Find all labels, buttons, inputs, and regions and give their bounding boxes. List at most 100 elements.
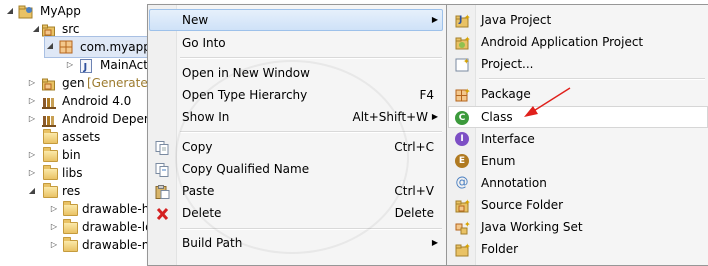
java-project-icon: J ✦ [455, 13, 471, 28]
submenu-item-java-working-set[interactable]: ✦ Java Working Set [449, 216, 705, 238]
submenu-item-label: Java Project [481, 13, 552, 27]
enum-icon: E [455, 154, 469, 168]
submenu-item-source-folder[interactable]: ✦ Source Folder [449, 194, 705, 216]
submenu-arrow-icon: ▶ [431, 15, 438, 24]
submenu-item-label: Android Application Project [481, 35, 644, 49]
library-icon [42, 112, 56, 127]
submenu-item-package[interactable]: ✦ Package [449, 83, 705, 105]
submenu-item-label: Interface [481, 132, 535, 146]
menu-item-label: Copy [182, 140, 213, 154]
menu-item-build-path[interactable]: Build Path ▶ [150, 232, 442, 254]
shortcut-label: Delete [394, 206, 434, 220]
svg-text:✦: ✦ [464, 14, 470, 22]
new-submenu: J ✦ Java Project ✦ Android Application Pr… [446, 4, 708, 266]
menu-item-label: Delete [182, 206, 222, 220]
folder-icon: ✦ [455, 242, 471, 257]
tree-item-label: drawable-m [82, 238, 154, 252]
android-project-icon: ✦ [455, 35, 471, 50]
interface-icon: I [455, 132, 469, 146]
svg-text:✦: ✦ [464, 36, 470, 44]
project-icon [18, 4, 33, 19]
menu-item-label: Open in New Window [182, 66, 310, 80]
expand-arrow-icon[interactable]: ◢ [46, 36, 54, 58]
submenu-item-class[interactable]: C Class [448, 106, 708, 128]
menu-item-delete[interactable]: Delete Delete [150, 202, 442, 224]
expand-arrow-icon[interactable]: ◢ [28, 180, 36, 202]
project-explorer-tree: ◢ MyApp ◢ src ◢ com.myapp ▷ J MainAct ▷ … [0, 0, 160, 256]
submenu-item-label: Package [481, 87, 531, 101]
menu-item-label: Show In [182, 110, 230, 124]
submenu-item-label: Annotation [481, 176, 547, 190]
new-project-icon: ✦ [455, 57, 470, 72]
java-file-icon: J [80, 58, 94, 73]
paste-icon [155, 184, 171, 199]
svg-text:J: J [458, 15, 462, 25]
submenu-item-annotation[interactable]: @ Annotation [449, 172, 705, 194]
shortcut-label: Alt+Shift+W [352, 110, 429, 124]
expand-arrow-icon[interactable]: ▷ [28, 108, 36, 130]
tree-item-label: res [62, 184, 81, 198]
svg-text:✦: ✦ [464, 243, 470, 251]
shortcut-label: Ctrl+C [394, 140, 434, 154]
svg-text:✦: ✦ [464, 221, 470, 229]
folder-icon [63, 237, 78, 252]
menu-item-show-in[interactable]: Show In Alt+Shift+W ▶ [150, 106, 442, 128]
submenu-separator [479, 78, 705, 80]
package-icon: ✦ [455, 87, 471, 102]
menu-separator [180, 131, 442, 133]
submenu-item-label: Folder [481, 242, 519, 256]
folder-icon [43, 129, 58, 144]
menu-item-label: Go Into [182, 36, 226, 50]
submenu-item-android-application-project[interactable]: ✦ Android Application Project [449, 31, 705, 53]
source-folder-icon: ✦ [455, 198, 471, 213]
submenu-item-project[interactable]: ✦ Project... [449, 53, 705, 75]
folder-icon [63, 219, 78, 234]
folder-icon [43, 183, 58, 198]
working-set-icon: ✦ [455, 220, 471, 235]
delete-icon [155, 206, 171, 221]
copy-qualified-name-icon [155, 162, 171, 177]
copy-icon [155, 140, 171, 155]
menu-item-label: Copy Qualified Name [182, 162, 310, 176]
library-icon [42, 94, 56, 109]
menu-separator [180, 228, 442, 230]
menu-item-label: Build Path [182, 236, 243, 250]
expand-arrow-icon[interactable]: ▷ [50, 234, 58, 256]
class-icon: C [455, 111, 469, 125]
submenu-item-label: Java Working Set [481, 220, 583, 234]
menu-item-go-into[interactable]: Go Into [150, 32, 442, 54]
folder-icon [43, 147, 58, 162]
submenu-item-java-project[interactable]: J ✦ Java Project [449, 9, 705, 31]
menu-item-label: Open Type Hierarchy [182, 88, 308, 102]
menu-item-label: Paste [182, 184, 215, 198]
menu-item-open-type-hierarchy[interactable]: Open Type Hierarchy F4 [150, 84, 442, 106]
menu-item-label: New [182, 13, 209, 27]
submenu-item-enum[interactable]: E Enum [449, 150, 705, 172]
package-icon [59, 40, 73, 54]
source-folder-icon [42, 22, 56, 37]
menu-item-copy-qualified-name[interactable]: Copy Qualified Name [150, 158, 442, 180]
menu-item-open-in-new-window[interactable]: Open in New Window [150, 62, 442, 84]
expand-arrow-icon[interactable]: ◢ [32, 18, 40, 40]
folder-icon [43, 165, 58, 180]
source-folder-icon [42, 76, 56, 91]
submenu-item-label: Class [481, 110, 513, 124]
annotation-icon: @ [455, 175, 469, 190]
expand-arrow-icon[interactable]: ◢ [6, 0, 14, 22]
submenu-arrow-icon: ▶ [431, 112, 438, 121]
svg-text:✦: ✦ [464, 199, 470, 207]
svg-text:✦: ✦ [464, 88, 470, 96]
folder-icon [63, 201, 78, 216]
submenu-item-label: Project... [481, 57, 534, 71]
submenu-arrow-icon: ▶ [431, 238, 438, 247]
menu-item-paste[interactable]: Paste Ctrl+V [150, 180, 442, 202]
submenu-item-label: Enum [481, 154, 516, 168]
submenu-item-folder[interactable]: ✦ Folder [449, 238, 705, 260]
context-menu: New ▶ Go Into Open in New Window Open Ty… [147, 4, 447, 266]
shortcut-label: F4 [419, 88, 434, 102]
menu-item-new[interactable]: New ▶ [149, 9, 443, 31]
shortcut-label: Ctrl+V [394, 184, 434, 198]
submenu-item-interface[interactable]: I Interface [449, 128, 705, 150]
svg-text:✦: ✦ [463, 58, 470, 66]
menu-item-copy[interactable]: Copy Ctrl+C [150, 136, 442, 158]
